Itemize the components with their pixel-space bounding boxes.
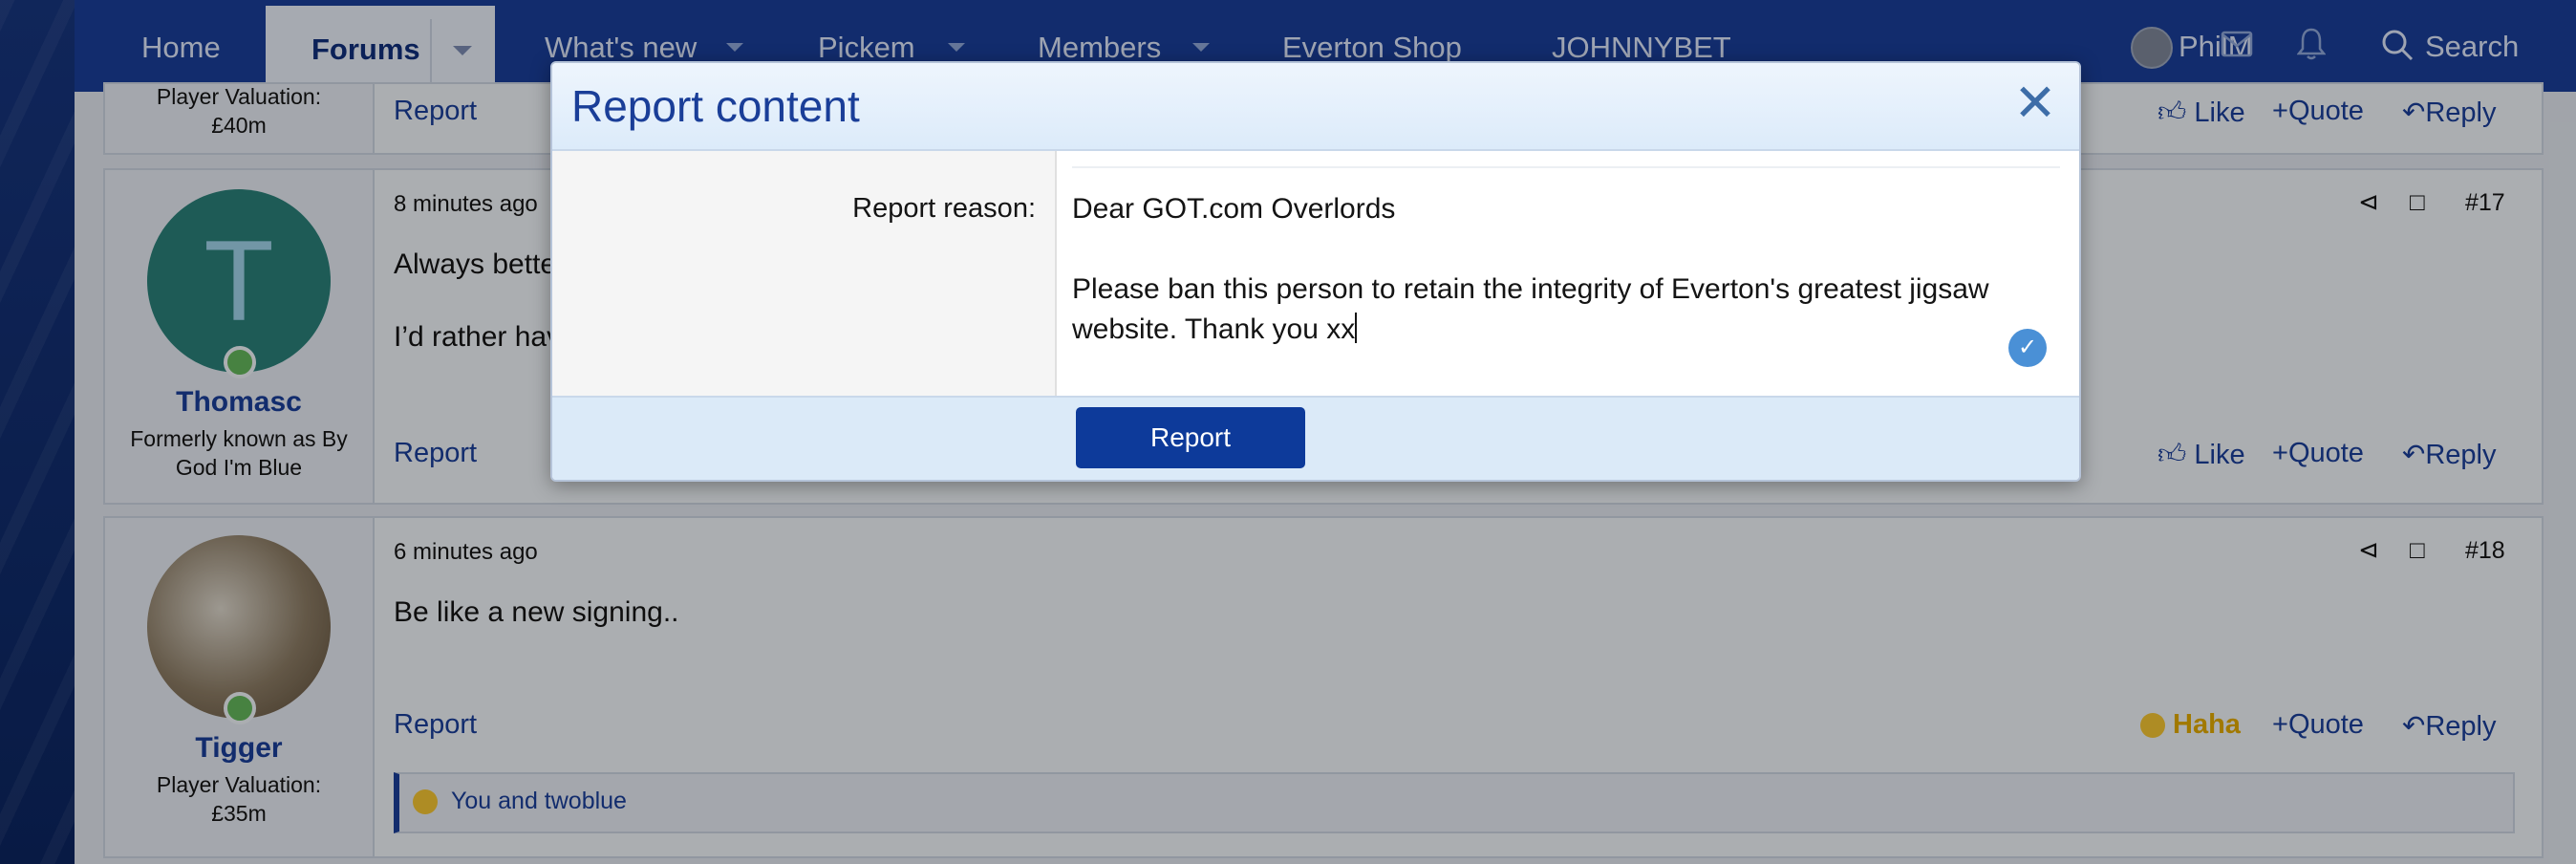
text-cursor: [1355, 313, 1358, 343]
report-reason-value: Dear GOT.com Overlords Please ban this p…: [1072, 193, 1989, 345]
label-column: Report reason:: [552, 151, 1057, 396]
check-icon: ✓: [2008, 329, 2047, 367]
dialog-footer: Report: [552, 396, 2079, 480]
report-content-dialog: Report content ✕ Report reason: Dear GOT…: [550, 61, 2081, 482]
report-reason-textarea[interactable]: Dear GOT.com Overlords Please ban this p…: [1072, 166, 2060, 382]
dialog-body: Report reason: Dear GOT.com Overlords Pl…: [552, 151, 2079, 396]
close-icon[interactable]: ✕: [2010, 77, 2060, 129]
report-reason-label: Report reason:: [852, 193, 1036, 224]
dialog-header: Report content ✕: [552, 63, 2079, 151]
dialog-title: Report content: [571, 81, 860, 131]
report-submit-button[interactable]: Report: [1076, 407, 1305, 468]
report-reason-text: Dear GOT.com Overlords Please ban this p…: [1072, 189, 2037, 350]
